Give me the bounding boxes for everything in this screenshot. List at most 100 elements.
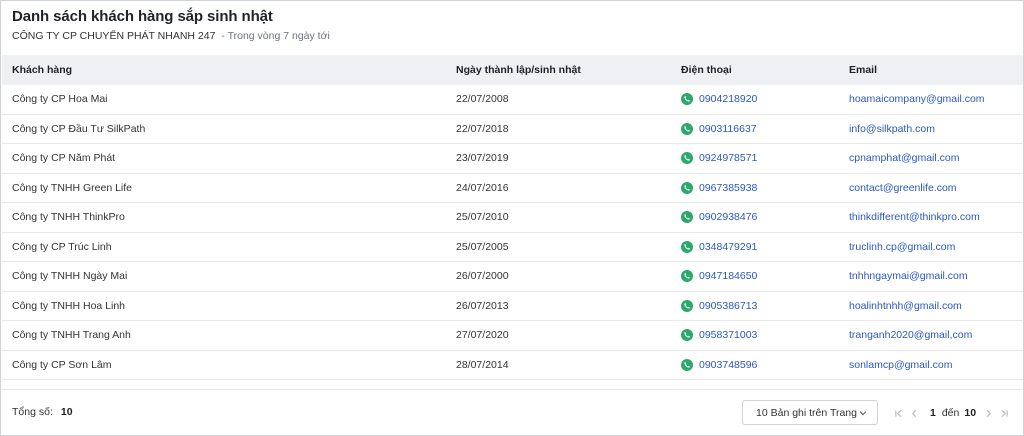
phone-link[interactable]: 0967385938	[699, 182, 757, 194]
customer-name: Công ty CP Trúc Linh	[12, 240, 112, 253]
column-header-date[interactable]: Ngày thành lập/sinh nhật	[446, 55, 670, 85]
phone-link[interactable]: 0947184650	[699, 270, 757, 282]
customers-table: Khách hàng Ngày thành lập/sinh nhật Điện…	[2, 55, 1023, 380]
chevron-left-icon	[911, 409, 916, 417]
email-cell: tnhhngaymai@gmail.com	[838, 262, 1023, 291]
next-page-button[interactable]	[980, 405, 996, 421]
birthday-date: 25/07/2005	[456, 240, 509, 253]
page-title: Danh sách khách hàng sắp sinh nhật	[12, 8, 273, 25]
email-link[interactable]: tnhhngaymai@gmail.com	[849, 270, 968, 282]
last-page-icon	[1000, 409, 1008, 417]
table-row[interactable]: Công ty TNHH Trang Anh 27/07/2020 09583710…	[2, 321, 1023, 351]
phone-link[interactable]: 0903116637	[699, 123, 757, 135]
birthday-date: 22/07/2018	[456, 122, 509, 135]
subtitle: CÔNG TY CP CHUYỂN PHÁT NHANH 247 - Trong…	[12, 30, 330, 42]
birthday-date: 25/07/2010	[456, 211, 509, 224]
phone-icon	[681, 329, 693, 342]
current-page[interactable]: 1	[930, 407, 936, 419]
panel-header: Danh sách khách hàng sắp sinh nhật CÔNG …	[12, 8, 330, 42]
email-cell: truclinh.cp@gmail.com	[838, 233, 1023, 262]
total-label: Tổng số:	[12, 406, 53, 418]
email-cell: contact@greenlife.com	[838, 174, 1023, 203]
birthday-date: 22/07/2008	[456, 93, 509, 106]
email-link[interactable]: hoalinhtnhh@gmail.com	[849, 300, 962, 312]
column-header-phone[interactable]: Điện thoại	[670, 55, 838, 85]
table-row[interactable]: Công ty TNHH Ngày Mai 26/07/2000 094718465…	[2, 262, 1023, 292]
phone-link[interactable]: 0903748596	[699, 359, 757, 371]
phone-link[interactable]: 0924978571	[699, 152, 757, 164]
column-header-customer[interactable]: Khách hàng	[2, 55, 446, 85]
table-header: Khách hàng Ngày thành lập/sinh nhật Điện…	[2, 55, 1023, 85]
phone-icon	[681, 211, 693, 224]
phone-link[interactable]: 0905386713	[699, 300, 757, 312]
customer-name: Công ty CP Sơn Lâm	[12, 358, 112, 371]
phone-cell: 0905386713	[670, 292, 838, 321]
phone-icon	[681, 240, 693, 253]
phone-link[interactable]: 0902938476	[699, 211, 757, 223]
chevron-right-icon	[986, 409, 991, 417]
page-size-label: 10 Bản ghi trên Trang	[756, 406, 857, 419]
phone-icon	[681, 270, 693, 283]
phone-link[interactable]: 0348479291	[699, 241, 757, 253]
phone-cell: 0902938476	[670, 203, 838, 232]
phone-icon	[681, 152, 693, 165]
page-size-select[interactable]: 10 Bản ghi trên Trang	[742, 400, 878, 425]
phone-icon	[681, 358, 693, 371]
email-cell: sonlamcp@gmail.com	[838, 351, 1023, 380]
total-value: 10	[60, 406, 73, 418]
email-cell: hoamaicompany@gmail.com	[838, 85, 1023, 114]
customer-name: Công ty TNHH ThinkPro	[12, 211, 125, 224]
customer-name: Công ty TNHH Hoa Linh	[12, 299, 126, 312]
birthday-customers-panel: Danh sách khách hàng sắp sinh nhật CÔNG …	[0, 0, 1024, 436]
date-range-text: - Trong vòng 7 ngày tới	[221, 30, 330, 42]
phone-cell: 0924978571	[670, 144, 838, 173]
phone-cell: 0967385938	[670, 174, 838, 203]
total-pages: 10	[964, 407, 977, 419]
first-page-icon	[894, 409, 902, 417]
last-page-button[interactable]	[996, 405, 1012, 421]
birthday-date: 26/07/2013	[456, 299, 509, 312]
email-link[interactable]: info@silkpath.com	[849, 123, 935, 135]
email-link[interactable]: cpnamphat@gmail.com	[849, 152, 959, 164]
phone-cell: 0904218920	[670, 85, 838, 114]
table-row[interactable]: Công ty CP Sơn Lâm 28/07/2014 0903748596 so…	[2, 351, 1023, 380]
phone-icon	[681, 181, 693, 194]
phone-icon	[681, 122, 693, 135]
phone-cell: 0947184650	[670, 262, 838, 291]
birthday-date: 24/07/2016	[456, 181, 509, 194]
table-row[interactable]: Công ty CP Đầu Tư SilkPath 22/07/2018 0903…	[2, 115, 1023, 144]
company-name: CÔNG TY CP CHUYỂN PHÁT NHANH 247	[12, 30, 216, 42]
customer-name: Công ty CP Đầu Tư SilkPath	[12, 122, 146, 135]
pagination: 1 đến 10	[890, 405, 1012, 421]
table-row[interactable]: Công ty TNHH Hoa Linh 26/07/2013 090538671…	[2, 292, 1023, 321]
first-page-button[interactable]	[890, 405, 906, 421]
prev-page-button[interactable]	[906, 405, 922, 421]
email-link[interactable]: hoamaicompany@gmail.com	[849, 93, 985, 105]
birthday-date: 27/07/2020	[456, 329, 509, 342]
column-header-email[interactable]: Email	[838, 55, 1023, 85]
email-link[interactable]: sonlamcp@gmail.com	[849, 359, 952, 371]
table-body: Công ty CP Hoa Mai 22/07/2008 0904218920 ho…	[2, 85, 1023, 380]
customer-name: Công ty TNHH Trang Anh	[12, 329, 131, 342]
phone-icon	[681, 93, 693, 106]
table-row[interactable]: Công ty CP Hoa Mai 22/07/2008 0904218920 ho…	[2, 85, 1023, 115]
email-link[interactable]: truclinh.cp@gmail.com	[849, 241, 955, 253]
email-cell: thinkdifferent@thinkpro.com	[838, 203, 1023, 232]
table-row[interactable]: Công ty CP Trúc Linh 25/07/2005 0348479291…	[2, 233, 1023, 262]
customer-name: Công ty TNHH Ngày Mai	[12, 270, 128, 283]
email-link[interactable]: contact@greenlife.com	[849, 182, 957, 194]
email-cell: tranganh2020@gmail,com	[838, 321, 1023, 350]
email-link[interactable]: thinkdifferent@thinkpro.com	[849, 211, 980, 223]
table-row[interactable]: Công ty TNHH ThinkPro 25/07/2010 090293847…	[2, 203, 1023, 233]
customer-name: Công ty CP Năm Phát	[12, 152, 116, 165]
phone-link[interactable]: 0958371003	[699, 329, 757, 341]
chevron-down-icon	[859, 411, 867, 416]
table-row[interactable]: Công ty CP Năm Phát 23/07/2019 0924978571 c…	[2, 144, 1023, 174]
customer-name: Công ty TNHH Green Life	[12, 181, 133, 194]
phone-link[interactable]: 0904218920	[699, 93, 757, 105]
email-link[interactable]: tranganh2020@gmail,com	[849, 329, 972, 341]
email-cell: info@silkpath.com	[838, 115, 1023, 144]
table-row[interactable]: Công ty TNHH Green Life 24/07/2016 0967385…	[2, 174, 1023, 203]
customer-name: Công ty CP Hoa Mai	[12, 93, 108, 106]
phone-cell: 0348479291	[670, 233, 838, 262]
